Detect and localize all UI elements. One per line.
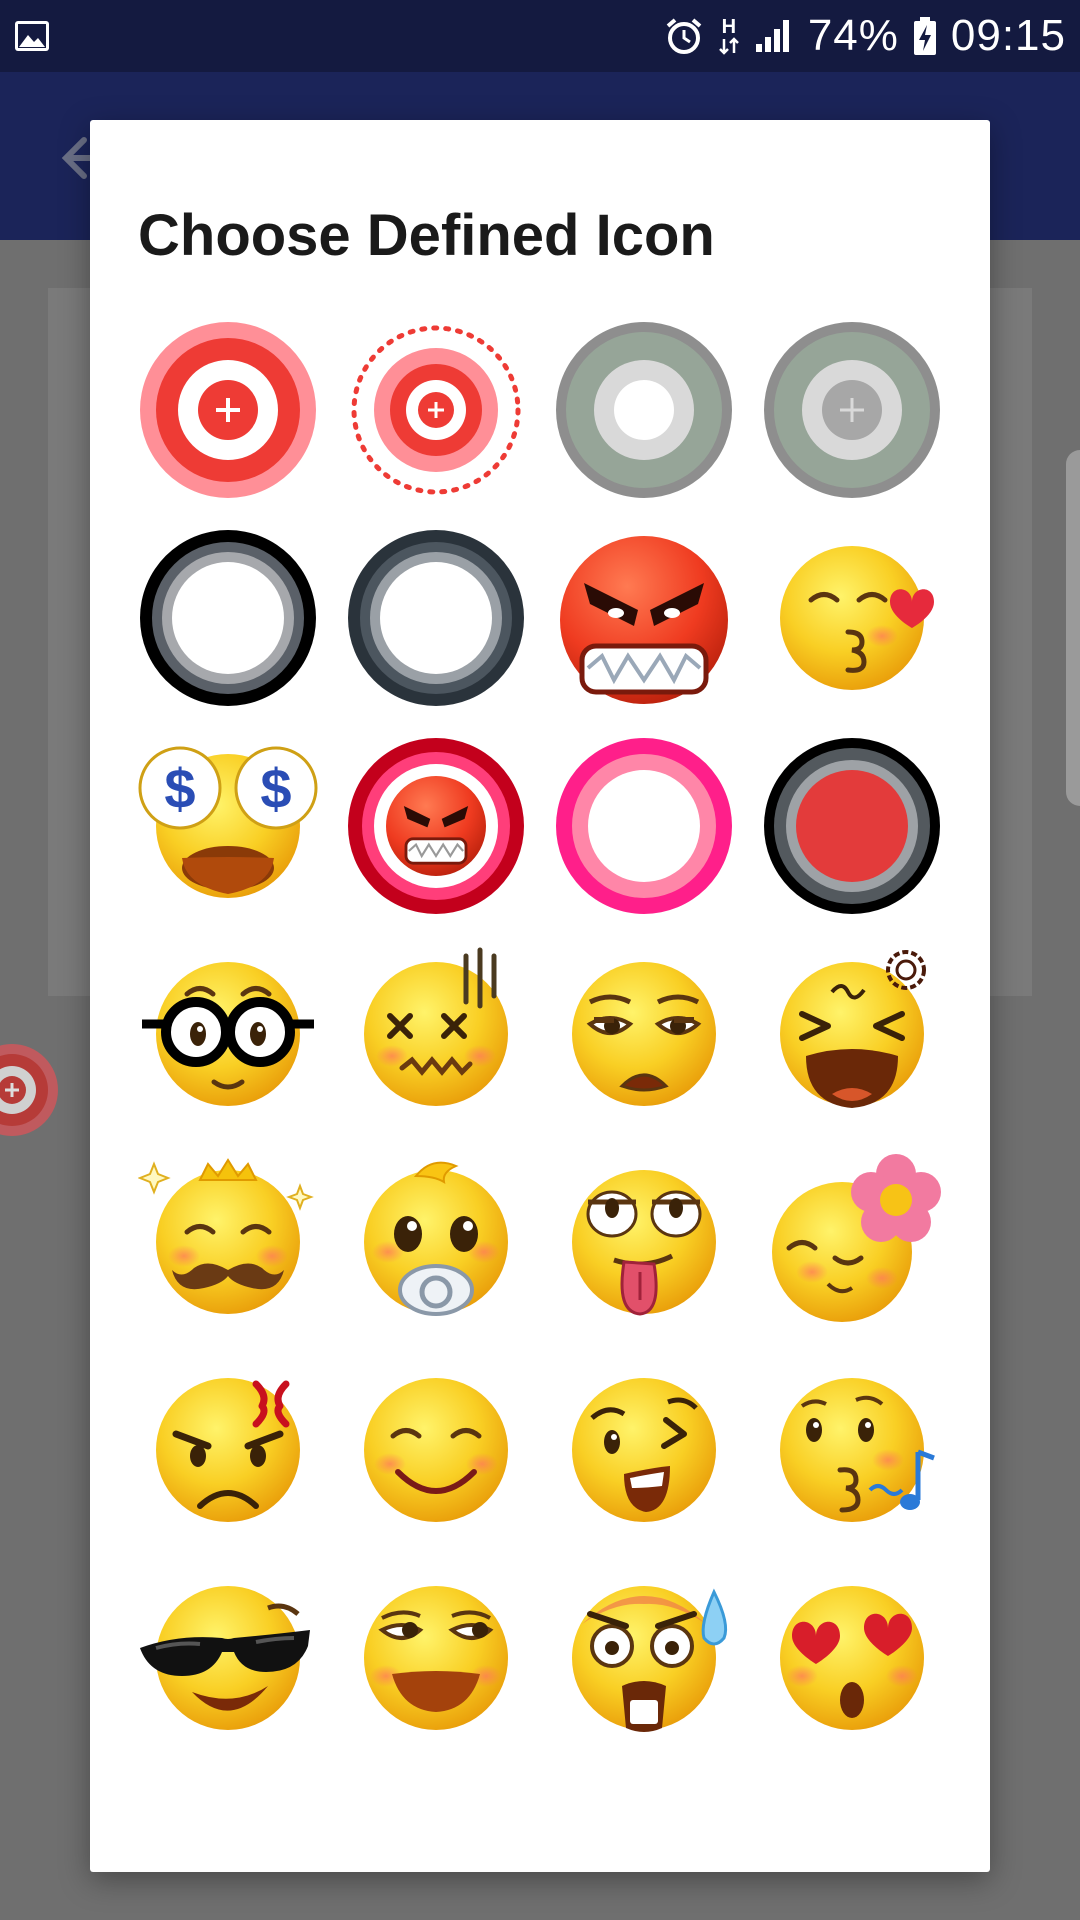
winking-emoji-icon	[572, 1378, 716, 1522]
icon-option-17[interactable]	[138, 1152, 318, 1332]
kissing-heart-emoji-icon	[780, 546, 934, 690]
icon-option-18[interactable]	[346, 1152, 526, 1332]
nerd-glasses-emoji-icon	[142, 962, 314, 1106]
heart-eyes-emoji-icon	[780, 1586, 924, 1730]
black-ring-icon	[140, 530, 316, 706]
icon-option-26[interactable]	[346, 1568, 526, 1748]
dizzy-face-emoji-icon	[364, 947, 508, 1106]
black-ring-red-center-icon	[764, 738, 940, 914]
status-bar: H 74% 09:15	[0, 0, 1080, 72]
icon-option-16[interactable]	[762, 944, 942, 1124]
dark-slate-ring-icon	[348, 530, 524, 706]
icon-option-20[interactable]	[762, 1152, 942, 1332]
icon-option-11[interactable]	[554, 736, 734, 916]
icon-option-6[interactable]	[346, 528, 526, 708]
icon-option-8[interactable]	[762, 528, 942, 708]
sunglasses-emoji-icon	[140, 1586, 310, 1730]
red-target-dotted-ring-icon	[351, 325, 521, 495]
tongue-out-emoji-icon	[572, 1170, 716, 1316]
floating-target-bubble-icon[interactable]	[0, 1040, 60, 1140]
icon-option-15[interactable]	[554, 944, 734, 1124]
svg-text:$: $	[164, 757, 195, 820]
icon-option-23[interactable]	[554, 1360, 734, 1540]
icon-option-9[interactable]: $ $	[138, 736, 318, 916]
angry-face-emoji-icon	[560, 536, 728, 704]
battery-percent: 74%	[807, 11, 899, 60]
icon-option-4[interactable]	[762, 320, 942, 500]
side-scroll-handle[interactable]	[1066, 450, 1080, 806]
icon-option-5[interactable]	[138, 528, 318, 708]
red-ring-angry-face-icon	[348, 738, 524, 914]
data-arrows-icon	[718, 37, 739, 55]
dialog-title: Choose Defined Icon	[138, 203, 715, 268]
gallery-icon	[15, 21, 49, 51]
icon-option-3[interactable]	[554, 320, 734, 500]
clock: 09:15	[950, 11, 1066, 60]
icon-option-13[interactable]	[138, 944, 318, 1124]
gray-ring-icon	[556, 322, 732, 498]
icon-option-28[interactable]	[762, 1568, 942, 1748]
icon-option-27[interactable]	[554, 1568, 734, 1748]
choose-icon-dialog: Choose Defined Icon $ $	[90, 120, 990, 1872]
money-eyes-emoji-icon: $ $	[138, 746, 318, 898]
icon-option-7[interactable]	[554, 528, 734, 708]
gray-ring-plus-icon	[764, 322, 940, 498]
icon-option-12[interactable]	[762, 736, 942, 916]
network-type-label: H	[721, 16, 737, 38]
frustrated-yell-emoji-icon	[780, 950, 926, 1108]
signal-icon	[755, 20, 789, 52]
icon-option-22[interactable]	[346, 1360, 526, 1540]
battery-charging-icon	[913, 17, 936, 55]
whistling-emoji-icon	[780, 1378, 935, 1522]
shocked-sweat-emoji-icon	[572, 1586, 728, 1732]
red-target-plus-icon	[140, 322, 316, 498]
crowned-mustache-emoji-icon	[138, 1158, 314, 1314]
baby-pacifier-emoji-icon	[364, 1161, 508, 1316]
icon-option-2[interactable]	[346, 320, 526, 500]
svg-text:$: $	[260, 757, 291, 820]
tired-face-emoji-icon	[572, 962, 716, 1106]
angry-vein-emoji-icon	[156, 1378, 300, 1522]
happy-closed-eyes-emoji-icon	[364, 1378, 508, 1522]
smirking-emoji-icon	[364, 1586, 508, 1730]
icon-option-21[interactable]	[138, 1360, 318, 1540]
icon-option-25[interactable]	[138, 1568, 318, 1748]
icon-option-19[interactable]	[554, 1152, 734, 1332]
icon-grid: $ $	[138, 320, 958, 1748]
icon-option-1[interactable]	[138, 320, 318, 500]
alarm-icon	[666, 18, 702, 54]
icon-option-14[interactable]	[346, 944, 526, 1124]
flower-emoji-icon	[772, 1154, 941, 1322]
icon-option-10[interactable]	[346, 736, 526, 916]
icon-option-24[interactable]	[762, 1360, 942, 1540]
pink-ring-icon	[556, 738, 732, 914]
